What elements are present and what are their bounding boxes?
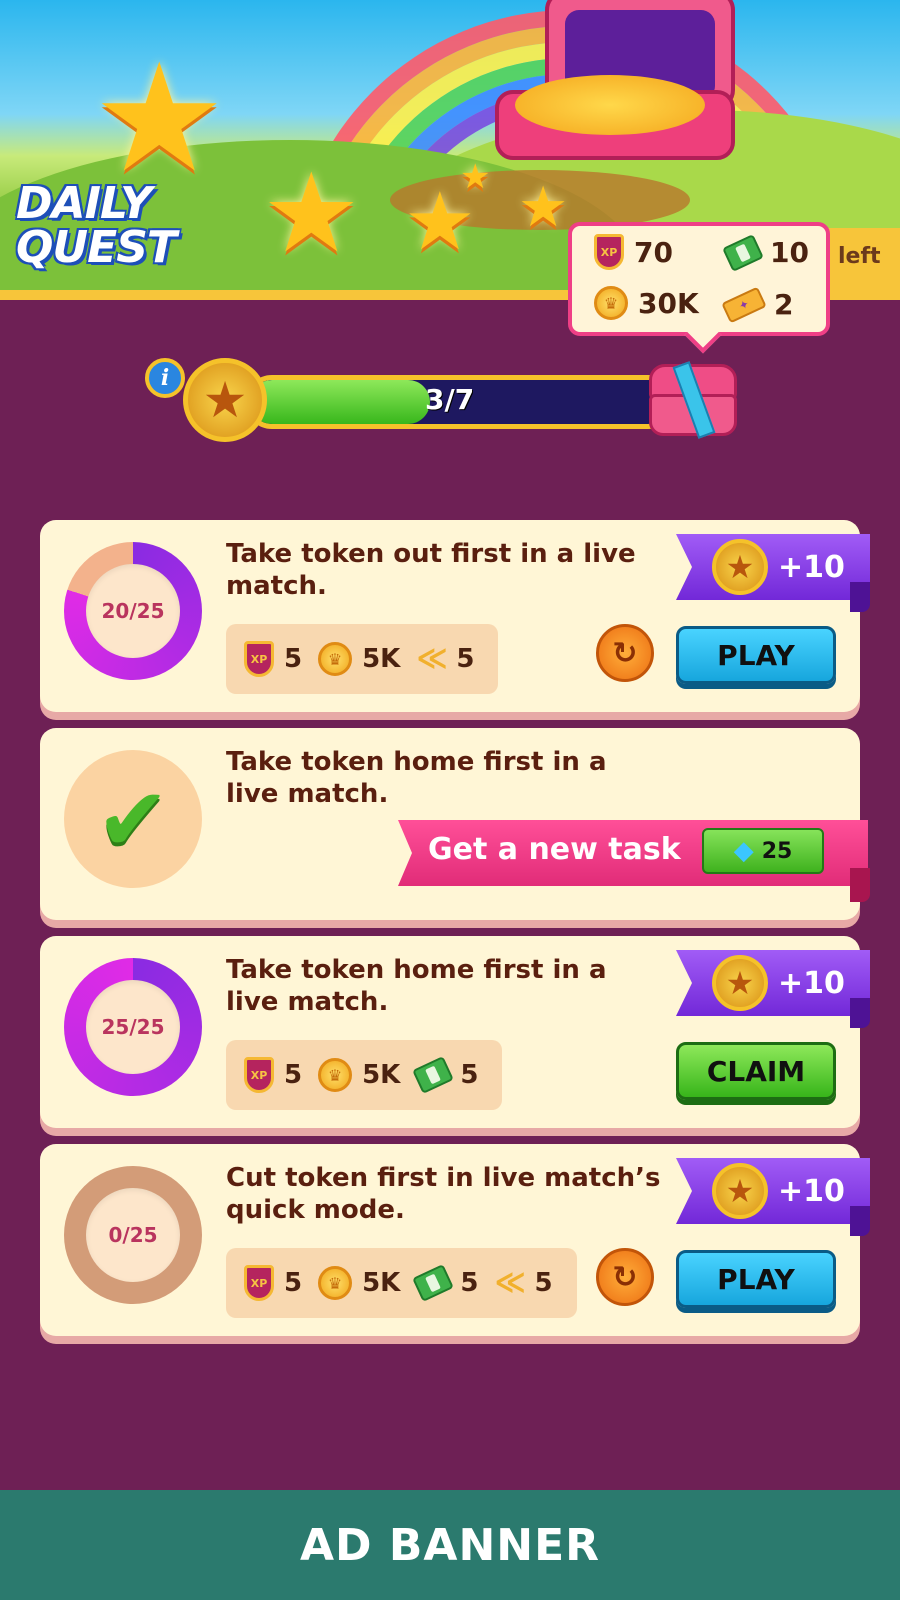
reward-coins-value: 5K bbox=[362, 1060, 401, 1090]
ad-banner[interactable]: AD BANNER bbox=[0, 1490, 900, 1600]
popup-xp-value: 70 bbox=[634, 235, 673, 269]
star-icon: ★ bbox=[460, 157, 491, 197]
popup-ticket-value: 2 bbox=[774, 288, 794, 321]
refresh-icon: ↻ bbox=[612, 1259, 638, 1295]
quest-progress-label: 0/25 bbox=[86, 1188, 180, 1282]
coin-icon: ♛ bbox=[318, 1058, 353, 1092]
quest-rewards: XP 5 ♛ 5K ≪ 5 bbox=[226, 624, 499, 694]
chest-reward-popup: XP 70 10 ♛ 30K ✦ 2 bbox=[568, 222, 830, 336]
quest-description: Cut token first in live match’s quick mo… bbox=[226, 1163, 661, 1225]
star-icon: ★ bbox=[518, 175, 569, 240]
star-icon: ★ bbox=[92, 32, 227, 206]
refresh-icon: ↻ bbox=[612, 635, 638, 671]
coin-icon: ♛ bbox=[594, 286, 628, 320]
play-button[interactable]: PLAY bbox=[676, 626, 836, 684]
star-medal-icon: ★ bbox=[712, 539, 768, 595]
cash-icon bbox=[412, 1056, 455, 1094]
star-medal-icon: ★ bbox=[712, 955, 768, 1011]
quest-card: 0/25 Cut token first in live match’s qui… bbox=[40, 1144, 870, 1336]
reward-badge-value: 5 bbox=[456, 644, 475, 674]
reward-coins-value: 5K bbox=[362, 1268, 401, 1298]
refresh-quest-button[interactable]: ↻ bbox=[596, 1248, 654, 1306]
quest-card: ✔ Take token home first in a live match.… bbox=[40, 728, 870, 920]
quest-description: Take token home first in a live match. bbox=[226, 955, 607, 1017]
coin-icon: ♛ bbox=[318, 1266, 353, 1300]
progress-bar-fill bbox=[250, 380, 430, 424]
treasure-chest-art bbox=[485, 0, 745, 170]
xp-shield-icon: XP bbox=[244, 641, 274, 677]
new-task-cost-button[interactable]: ◆ 25 bbox=[702, 828, 824, 874]
popup-coins-value: 30K bbox=[638, 286, 699, 320]
star-medal-icon: ★ bbox=[712, 1163, 768, 1219]
get-new-task-label: Get a new task bbox=[428, 832, 681, 867]
reward-xp-value: 5 bbox=[284, 1060, 303, 1090]
ad-banner-label: AD BANNER bbox=[299, 1519, 601, 1571]
ribbon-reward-value: +10 bbox=[778, 1173, 845, 1209]
progress-label: 3/7 bbox=[425, 383, 475, 416]
reward-cash-value: 5 bbox=[460, 1268, 479, 1298]
play-button[interactable]: PLAY bbox=[676, 1250, 836, 1308]
quest-description: Take token out first in a live match. bbox=[226, 539, 636, 601]
quest-progress-ring: 20/25 bbox=[64, 542, 202, 680]
quest-point-ribbon: ★ +10 bbox=[676, 950, 870, 1016]
reward-coins-value: 5K bbox=[362, 644, 401, 674]
time-left-label: left bbox=[838, 244, 881, 269]
star-medal-icon: ★ bbox=[183, 358, 267, 442]
coin-icon: ♛ bbox=[318, 642, 353, 676]
quest-point-ribbon: ★ +10 bbox=[676, 534, 870, 600]
reward-xp-value: 5 bbox=[284, 1268, 303, 1298]
popup-cash-value: 10 bbox=[770, 236, 809, 269]
quest-progress-ring: 25/25 bbox=[64, 958, 202, 1096]
gem-icon: ◆ bbox=[733, 836, 754, 866]
claim-button[interactable]: CLAIM bbox=[676, 1042, 836, 1100]
new-task-cost: 25 bbox=[761, 838, 793, 864]
cash-icon bbox=[412, 1264, 455, 1302]
xp-shield-icon: XP bbox=[244, 1265, 274, 1301]
quest-rewards: XP 5 ♛ 5K 5 bbox=[226, 1040, 503, 1110]
ribbon-reward-value: +10 bbox=[778, 965, 845, 1001]
quest-description: Take token home first in a live match. bbox=[226, 747, 607, 809]
info-icon[interactable]: i bbox=[145, 358, 185, 398]
rank-badge-icon: ≪ bbox=[416, 641, 448, 676]
reward-chest-icon[interactable] bbox=[645, 360, 741, 440]
time-left-tab: left bbox=[820, 228, 900, 290]
refresh-quest-button[interactable]: ↻ bbox=[596, 624, 654, 682]
xp-shield-icon: XP bbox=[244, 1057, 274, 1093]
quest-progress-label: 25/25 bbox=[86, 980, 180, 1074]
page-title-line2: QUEST bbox=[16, 222, 177, 273]
reward-badge-value: 5 bbox=[534, 1268, 553, 1298]
quest-point-ribbon: ★ +10 bbox=[676, 1158, 870, 1224]
quest-progress-ring: 0/25 bbox=[64, 1166, 202, 1304]
star-icon: ★ bbox=[262, 149, 361, 277]
ribbon-reward-value: +10 bbox=[778, 549, 845, 585]
daily-progress: i ★ 3/7 bbox=[145, 355, 745, 455]
quest-complete-ring: ✔ bbox=[64, 750, 202, 888]
rank-badge-icon: ≪ bbox=[494, 1265, 526, 1300]
quest-card: 20/25 Take token out first in a live mat… bbox=[40, 520, 870, 712]
quest-card: 25/25 Take token home first in a live ma… bbox=[40, 936, 870, 1128]
quest-rewards: XP 5 ♛ 5K 5 ≪ 5 bbox=[226, 1248, 577, 1318]
cash-icon bbox=[722, 233, 764, 272]
reward-cash-value: 5 bbox=[460, 1060, 479, 1090]
quest-progress-label: 20/25 bbox=[86, 564, 180, 658]
checkmark-icon: ✔ bbox=[96, 767, 170, 871]
ticket-icon: ✦ bbox=[721, 286, 767, 323]
xp-shield-icon: XP bbox=[594, 234, 624, 270]
reward-xp-value: 5 bbox=[284, 644, 303, 674]
